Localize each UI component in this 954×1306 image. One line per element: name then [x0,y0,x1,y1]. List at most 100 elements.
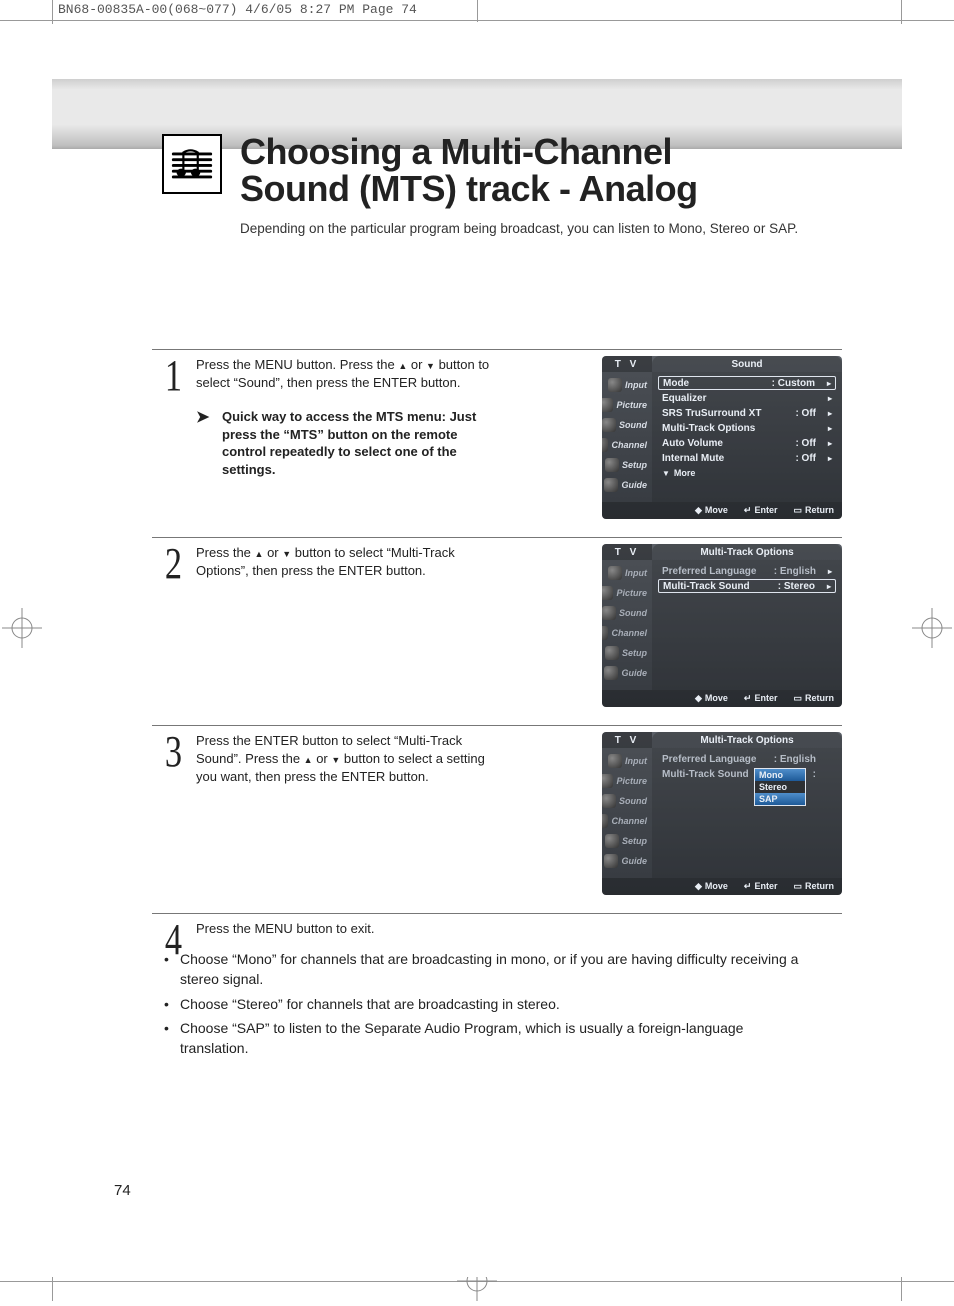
print-header: BN68-00835A-00(068~077) 4/6/05 8:27 PM P… [58,2,417,17]
channel-icon [602,626,608,640]
page: Choosing a Multi-Channel Sound (MTS) tra… [52,24,902,1277]
channel-icon [602,814,608,828]
osd-sidebar: Input Picture Sound Channel Setup Guide [602,748,652,878]
move-icon: ◆ [695,505,702,515]
step-number: 1 [159,356,182,396]
osd-footer: ◆Move ↵Enter ▭Return [602,690,842,707]
page-number: 74 [114,1182,131,1199]
crop-tick-top [477,0,478,22]
osd-dropdown-mts: Mono Stereo SAP [754,768,806,806]
osd-row-preferred-language[interactable]: Preferred Language: English [658,752,836,766]
title-block: Choosing a Multi-Channel Sound (MTS) tra… [162,134,842,236]
chevron-right-icon: ▸ [821,582,831,591]
osd-multi-track-sound-dropdown: T V Multi-Track Options Input Picture So… [602,732,842,895]
setup-icon [605,458,619,472]
osd-footer: ◆Move ↵Enter ▭Return [602,878,842,895]
osd-row-auto-volume[interactable]: Auto Volume: Off▸ [658,436,836,450]
osd-panel: Mode: Custom▸ Equalizer▸ SRS TruSurround… [652,372,842,502]
step-instruction: Press the or button to select “Multi-Tra… [196,544,496,580]
list-item: Choose “Mono” for channels that are broa… [164,949,802,990]
osd-row-multi-track-sound[interactable]: Multi-Track Sound: Stereo▸ [658,579,836,593]
osd-row-equalizer[interactable]: Equalizer▸ [658,391,836,405]
osd-row-multi-track-options[interactable]: Multi-Track Options▸ [658,421,836,435]
osd-panel: Preferred Language: English▸ Multi-Track… [652,560,842,690]
chevron-right-icon: ▸ [822,424,832,433]
osd-row-preferred-language[interactable]: Preferred Language: English▸ [658,564,836,578]
picture-icon [602,774,613,788]
osd-more[interactable]: ▼More [658,466,836,480]
setup-icon [605,646,619,660]
sound-nav-icon [602,606,616,620]
step-2: 2 Press the or button to select “Multi-T… [152,537,842,707]
osd-tv-label: T V [602,356,652,372]
chevron-right-icon: ▸ [821,379,831,388]
return-icon: ▭ [793,881,802,891]
enter-icon: ↵ [744,693,752,703]
step-number: 2 [159,544,182,584]
chevron-right-icon: ▸ [822,567,832,576]
osd-option-stereo[interactable]: Stereo [755,781,805,793]
tip-arrow-icon: ➤ [196,408,216,478]
up-arrow-icon [304,751,313,766]
osd-row-internal-mute[interactable]: Internal Mute: Off▸ [658,451,836,465]
down-arrow-icon [426,357,435,372]
guide-icon [604,666,618,680]
chevron-right-icon: ▸ [822,394,832,403]
step-1: 1 Press the MENU button. Press the or bu… [152,349,842,519]
guide-icon [604,854,618,868]
osd-row-mode[interactable]: Mode: Custom▸ [658,376,836,390]
move-icon: ◆ [695,693,702,703]
osd-sidebar: Input Picture Sound Channel Setup Guide [602,372,652,502]
page-title: Choosing a Multi-Channel Sound (MTS) tra… [240,134,798,207]
step-instruction: Press the ENTER button to select “Multi-… [196,732,496,787]
list-item: Choose “SAP” to listen to the Separate A… [164,1018,802,1059]
osd-multi-track-options: T V Multi-Track Options Input Picture So… [602,544,842,707]
osd-tv-label: T V [602,732,652,748]
input-icon [608,566,622,580]
enter-icon: ↵ [744,881,752,891]
chevron-right-icon: ▸ [822,409,832,418]
input-icon [608,754,622,768]
enter-icon: ↵ [744,505,752,515]
registration-mark-left [2,608,42,648]
move-icon: ◆ [695,881,702,891]
setup-icon [605,834,619,848]
osd-footer: ◆Move ↵Enter ▭Return [602,502,842,519]
down-arrow-icon [331,751,340,766]
step-tip: ➤ Quick way to access the MTS menu: Just… [196,408,496,478]
chevron-right-icon: ▸ [822,439,832,448]
osd-sound-menu: T V Sound Input Picture Sound Channel Se… [602,356,842,519]
steps: 1 Press the MENU button. Press the or bu… [152,349,842,978]
osd-tv-label: T V [602,544,652,560]
osd-row-srs[interactable]: SRS TruSurround XT: Off▸ [658,406,836,420]
sound-nav-icon [602,418,616,432]
page-subtitle: Depending on the particular program bein… [240,221,798,236]
registration-mark-right [912,608,952,648]
chevron-down-icon: ▼ [662,469,670,478]
sound-nav-icon [602,794,616,808]
step-3: 3 Press the ENTER button to select “Mult… [152,725,842,895]
list-item: Choose “Stereo” for channels that are br… [164,994,802,1014]
osd-title: Multi-Track Options [652,732,842,748]
notes-list: Choose “Mono” for channels that are broa… [164,949,802,1062]
input-icon [608,378,622,392]
step-instruction: Press the MENU button. Press the or butt… [196,356,496,479]
return-icon: ▭ [793,693,802,703]
osd-title: Multi-Track Options [652,544,842,560]
channel-icon [602,438,608,452]
osd-panel: Preferred Language: English Multi-Track … [652,748,842,878]
chevron-right-icon: ▸ [822,454,832,463]
osd-title: Sound [652,356,842,372]
up-arrow-icon [398,357,407,372]
return-icon: ▭ [793,505,802,515]
step-number: 3 [159,732,182,772]
osd-row-multi-track-sound[interactable]: Multi-Track Sound: [658,767,836,781]
osd-option-sap[interactable]: SAP [755,793,805,805]
step-instruction: Press the MENU button to exit. [196,920,842,938]
osd-sidebar: Input Picture Sound Channel Setup Guide [602,560,652,690]
picture-icon [602,398,613,412]
down-arrow-icon [282,545,291,560]
picture-icon [602,586,613,600]
sound-icon [162,134,222,194]
osd-option-mono[interactable]: Mono [755,769,805,781]
